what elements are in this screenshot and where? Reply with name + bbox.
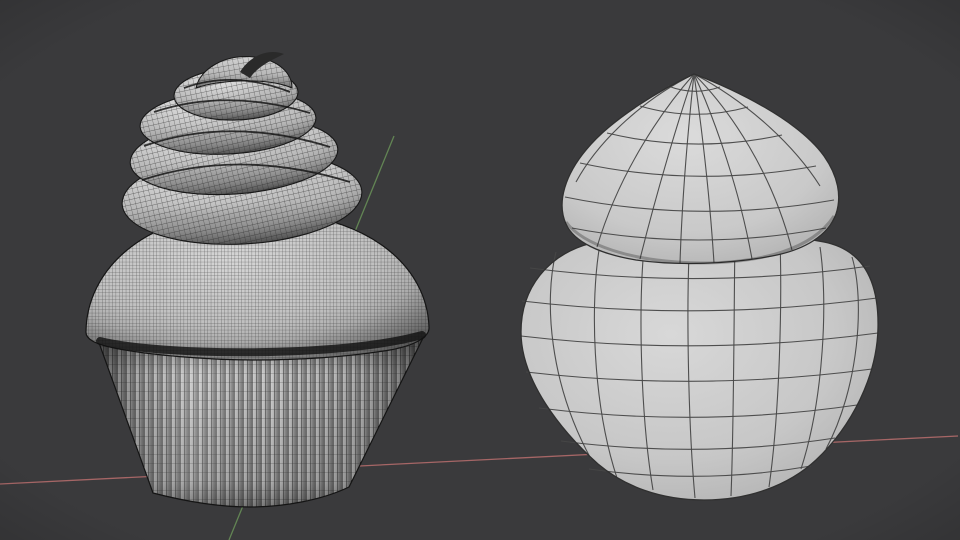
3d-viewport[interactable] (0, 0, 960, 540)
viewport-stage (0, 0, 960, 540)
